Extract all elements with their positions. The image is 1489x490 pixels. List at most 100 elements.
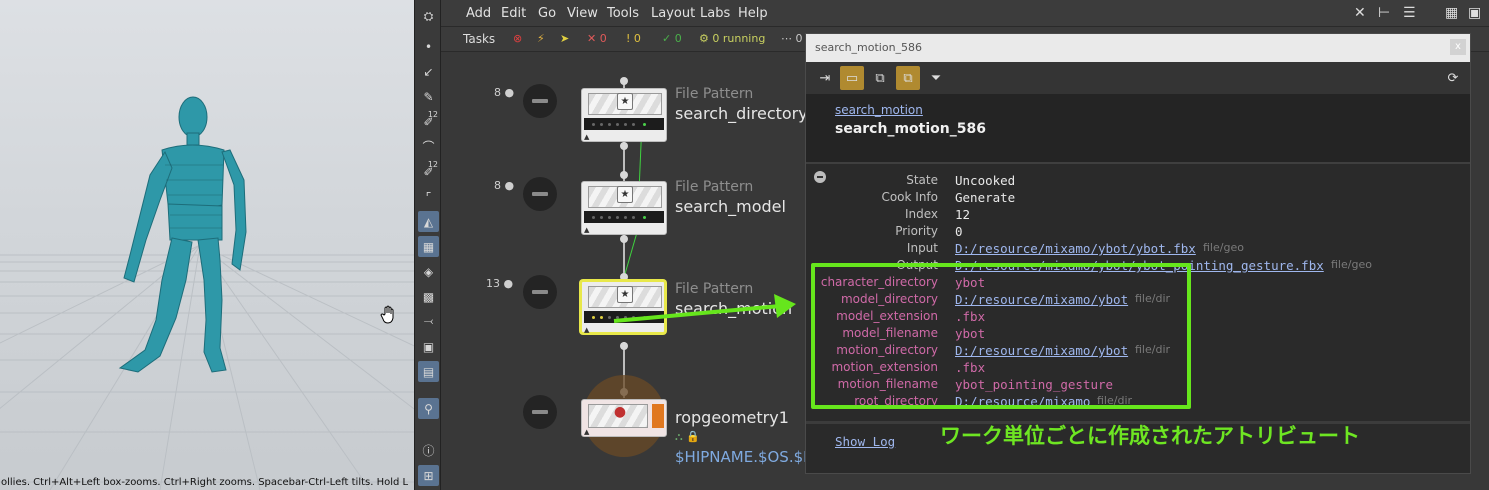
- node-link[interactable]: search_motion: [835, 103, 923, 117]
- menu-edit[interactable]: Edit: [501, 6, 526, 21]
- node-name-label[interactable]: search_directory: [675, 104, 808, 123]
- node-name-label[interactable]: search_model: [675, 197, 786, 216]
- attribute-path-link[interactable]: D:/resource/mixamo/ybot/ybot_pointing_ge…: [955, 258, 1324, 273]
- image-view-icon[interactable]: ▤: [418, 361, 439, 382]
- attribute-type-tag: file/geo: [1203, 241, 1244, 254]
- attribute-value: ybot: [955, 326, 986, 341]
- copy-all-icon[interactable]: ⧉: [896, 66, 920, 90]
- node-search-motion[interactable]: ★ ▲: [580, 280, 666, 334]
- attribute-value: Uncooked: [955, 173, 1016, 188]
- attribute-path-link[interactable]: D:/resource/mixamo/ybot: [955, 292, 1128, 307]
- attribute-name: root_directory: [854, 394, 938, 408]
- edit-curve-icon[interactable]: ↙: [418, 61, 439, 82]
- open-folder-icon[interactable]: ▭: [840, 66, 864, 90]
- attribute-name: model_directory: [840, 292, 938, 306]
- location-pin-icon[interactable]: ⚲: [418, 398, 439, 419]
- checker-icon[interactable]: ▦: [418, 236, 439, 257]
- menu-help[interactable]: Help: [738, 6, 768, 21]
- menu-go[interactable]: Go: [538, 6, 556, 21]
- node-name-label[interactable]: search_motion: [675, 299, 792, 318]
- wrench-icon[interactable]: ✕: [1354, 5, 1366, 21]
- warning-count: ! 0: [626, 32, 641, 45]
- bypass-button[interactable]: [523, 177, 557, 211]
- close-button[interactable]: x: [1450, 39, 1466, 55]
- cut-icon[interactable]: ⤙: [418, 311, 439, 332]
- menu-add[interactable]: Add: [466, 6, 491, 21]
- cook-output-icon[interactable]: ➤: [560, 32, 569, 45]
- pin-icon[interactable]: ⇥: [813, 66, 837, 90]
- color-palette-icon[interactable]: ▦: [1445, 5, 1458, 21]
- bypass-button[interactable]: [523, 84, 557, 118]
- work-item-title: search_motion_586: [835, 121, 986, 137]
- file-pattern-icon: ★: [617, 186, 633, 203]
- node-search-directory[interactable]: ★ ▲: [581, 88, 667, 142]
- attribute-row: root_directory D:/resource/mixamo file/dir: [806, 394, 1470, 411]
- attribute-name: motion_extension: [831, 360, 938, 374]
- attribute-row: Index 12: [806, 207, 1470, 224]
- attribute-name: Cook Info: [881, 190, 938, 204]
- brush-12-icon[interactable]: ✐ 12: [418, 110, 439, 132]
- scene-viewport[interactable]: ollies. Ctrl+Alt+Left box-zooms. Ctrl+Ri…: [0, 0, 414, 490]
- segment-icon[interactable]: ⌜: [418, 186, 439, 207]
- attribute-row: motion_filename ybot_pointing_gesture: [806, 377, 1470, 394]
- frame-icon[interactable]: ▣: [418, 336, 439, 357]
- menu-labs[interactable]: Labs: [700, 6, 730, 21]
- info-icon[interactable]: ⓘ: [418, 440, 439, 461]
- show-log-link[interactable]: Show Log: [835, 434, 895, 449]
- refresh-icon[interactable]: ⟳: [1441, 66, 1465, 90]
- point-icon[interactable]: •: [418, 36, 439, 57]
- work-item-count: 8 ●: [494, 86, 515, 99]
- work-item-count: 13 ●: [486, 277, 514, 290]
- select-shader-icon[interactable]: ◭: [418, 211, 439, 232]
- hand-cursor-icon: [380, 305, 394, 324]
- render-flag[interactable]: [652, 404, 664, 428]
- viewport-status-text: ollies. Ctrl+Alt+Left box-zooms. Ctrl+Ri…: [1, 477, 409, 488]
- annotation-text: ワーク単位ごとに作成されたアトリビュート: [940, 424, 1360, 448]
- attribute-value: 12: [955, 207, 971, 222]
- bypass-button[interactable]: [523, 275, 557, 309]
- attribute-value: .fbx: [955, 360, 986, 375]
- menu-view[interactable]: View: [567, 6, 598, 21]
- sculpt-12-icon[interactable]: ✐ 12: [418, 160, 439, 182]
- error-count: ✕ 0: [587, 32, 607, 45]
- info-window-title: search_motion_586: [815, 41, 923, 54]
- cook-icon[interactable]: ⚡: [537, 32, 545, 45]
- list-icon[interactable]: ☰: [1403, 5, 1416, 21]
- landscape-icon[interactable]: ▩: [418, 286, 439, 307]
- menu-tools[interactable]: Tools: [607, 6, 639, 21]
- rop-geometry-icon: ●: [613, 404, 627, 420]
- attribute-type-tag: file/geo: [1331, 258, 1372, 271]
- info-titlebar[interactable]: search_motion_586 x: [806, 34, 1470, 62]
- attribute-name: model_filename: [842, 326, 938, 340]
- node-search-model[interactable]: ★ ▲: [581, 181, 667, 235]
- grid-layout-icon[interactable]: ⊞: [418, 465, 439, 486]
- bypass-button[interactable]: [523, 395, 557, 429]
- attribute-value: Generate: [955, 190, 1016, 205]
- attribute-name: Index: [904, 207, 938, 221]
- output-path-label: $HIPNAME.$OS.$F: [675, 448, 812, 466]
- filter-icon[interactable]: ⏷: [924, 66, 948, 90]
- attribute-path-link[interactable]: D:/resource/mixamo/ybot: [955, 343, 1128, 358]
- attribute-path-link[interactable]: D:/resource/mixamo: [955, 394, 1090, 409]
- attribute-type-tag: file/dir: [1097, 394, 1133, 407]
- tree-icon[interactable]: ⊢: [1378, 5, 1390, 21]
- node-type-label: File Pattern: [675, 179, 754, 195]
- attribute-path-link[interactable]: D:/resource/mixamo/ybot/ybot.fbx: [955, 241, 1196, 256]
- copy-icon[interactable]: ⧉: [868, 66, 892, 90]
- work-item-count: 8 ●: [494, 179, 515, 192]
- attribute-row: Cook Info Generate: [806, 190, 1470, 207]
- attribute-row: model_extension .fbx: [806, 309, 1470, 326]
- paint-icon[interactable]: ⌒: [418, 136, 439, 157]
- node-name-label[interactable]: ropgeometry1: [675, 408, 789, 427]
- attribute-row: character_directory ybot: [806, 275, 1470, 292]
- spotlight-icon[interactable]: ◈: [418, 261, 439, 282]
- character-mesh: [118, 96, 247, 373]
- menu-layout[interactable]: Layout: [651, 6, 695, 21]
- view-tool-icon[interactable]: ⛭: [418, 6, 439, 27]
- node-ropgeometry1[interactable]: ● ▲: [581, 399, 667, 437]
- lock-icon[interactable]: ⛬ 🔒: [675, 430, 700, 444]
- ground-grid: [0, 96, 414, 490]
- cancel-cook-icon[interactable]: ⊗: [513, 32, 522, 45]
- grid-view-icon[interactable]: ▣: [1468, 5, 1481, 21]
- edit-pen-icon[interactable]: ✎: [418, 86, 439, 107]
